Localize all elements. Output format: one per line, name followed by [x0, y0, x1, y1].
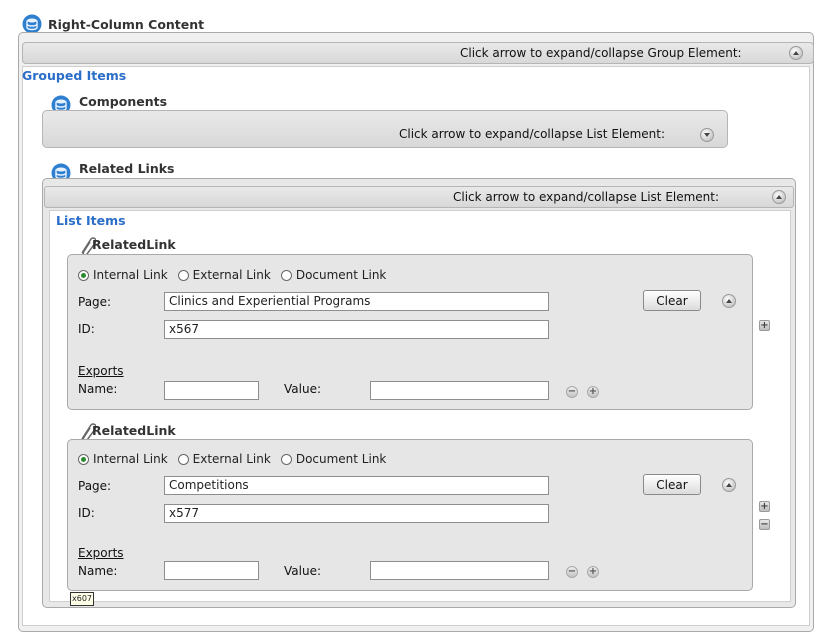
- related-link-title: RelatedLink: [92, 423, 176, 438]
- radio-label: External Link: [192, 268, 271, 282]
- components-expand-hint: Click arrow to expand/collapse List Elem…: [399, 127, 666, 141]
- chevron-up-icon: [726, 299, 732, 303]
- clear-button[interactable]: Clear: [643, 290, 701, 311]
- remove-export-button[interactable]: −: [566, 386, 578, 398]
- right-column-toolbar: Click arrow to expand/collapse Group Ele…: [22, 42, 814, 64]
- radio-internal-link[interactable]: [78, 453, 89, 465]
- grouped-items-title: Grouped Items: [22, 68, 127, 83]
- related-links-toolbar: Click arrow to expand/collapse List Elem…: [44, 186, 794, 208]
- chevron-up-icon: [776, 195, 782, 199]
- add-export-button[interactable]: +: [587, 386, 599, 398]
- related-links-toggle-button[interactable]: [772, 190, 786, 204]
- link-type-options: Internal Link External Link Document Lin…: [78, 268, 386, 282]
- chevron-up-icon: [726, 483, 732, 487]
- right-column-title: Right-Column Content: [48, 17, 205, 32]
- radio-label: Internal Link: [93, 452, 168, 466]
- components-toggle-button[interactable]: [700, 128, 714, 142]
- add-list-item-button[interactable]: +: [759, 320, 770, 331]
- export-name-label: Name:: [78, 382, 118, 396]
- radio-label: Document Link: [295, 268, 387, 282]
- export-value-field[interactable]: [370, 381, 549, 400]
- link-type-options: Internal Link External Link Document Lin…: [78, 452, 386, 466]
- page-label: Page:: [78, 295, 112, 309]
- chevron-down-icon: [704, 133, 710, 137]
- add-export-button[interactable]: +: [587, 566, 599, 578]
- remove-export-button[interactable]: −: [566, 566, 578, 578]
- related-links-title: Related Links: [79, 161, 175, 176]
- related-links-expand-hint: Click arrow to expand/collapse List Elem…: [453, 190, 720, 204]
- radio-document-link[interactable]: [280, 269, 292, 281]
- id-tooltip: x607: [70, 592, 95, 606]
- radio-label: External Link: [192, 452, 271, 466]
- exports-label: Exports: [78, 364, 124, 378]
- related-link-title: RelatedLink: [92, 237, 176, 252]
- export-value-label: Value:: [284, 382, 321, 396]
- export-name-field[interactable]: [164, 381, 259, 400]
- id-label: ID:: [78, 506, 95, 520]
- radio-external-link[interactable]: [177, 269, 189, 281]
- radio-label: Internal Link: [93, 268, 168, 282]
- remove-list-item-button[interactable]: −: [759, 519, 770, 530]
- radio-internal-link[interactable]: [78, 269, 89, 281]
- id-field[interactable]: x567: [164, 320, 549, 339]
- id-label: ID:: [78, 322, 95, 336]
- page-field[interactable]: Competitions: [164, 476, 549, 495]
- export-name-field[interactable]: [164, 561, 259, 580]
- export-value-field[interactable]: [370, 561, 549, 580]
- database-icon: [22, 14, 42, 34]
- link-collapse-button[interactable]: [722, 294, 736, 308]
- group-expand-hint: Click arrow to expand/collapse Group Ele…: [460, 46, 742, 60]
- list-items-title: List Items: [56, 213, 126, 228]
- link-collapse-button[interactable]: [722, 478, 736, 492]
- page-label: Page:: [78, 479, 112, 493]
- components-toolbar: Click arrow to expand/collapse List Elem…: [42, 110, 728, 148]
- page-field[interactable]: Clinics and Experiential Programs: [164, 292, 549, 311]
- clear-button[interactable]: Clear: [643, 474, 701, 495]
- exports-label: Exports: [78, 546, 124, 560]
- components-title: Components: [79, 94, 168, 109]
- radio-label: Document Link: [295, 452, 387, 466]
- radio-document-link[interactable]: [280, 453, 292, 465]
- export-value-label: Value:: [284, 564, 321, 578]
- group-toggle-button[interactable]: [789, 46, 803, 60]
- export-name-label: Name:: [78, 564, 118, 578]
- add-list-item-button[interactable]: +: [759, 501, 770, 512]
- chevron-up-icon: [793, 51, 799, 55]
- id-field[interactable]: x577: [164, 504, 549, 523]
- radio-external-link[interactable]: [177, 453, 189, 465]
